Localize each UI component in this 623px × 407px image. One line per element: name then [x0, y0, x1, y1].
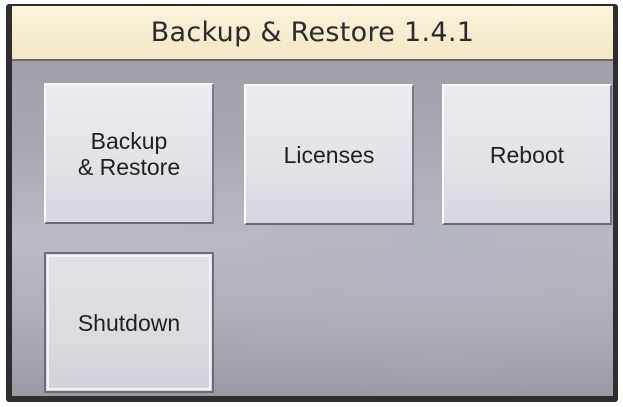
backup-restore-label: Backup & Restore [77, 127, 181, 180]
shutdown-button[interactable]: Shutdown [44, 252, 214, 393]
title-bar: Backup & Restore 1.4.1 [12, 6, 613, 61]
reboot-label: Reboot [489, 141, 565, 168]
shutdown-label: Shutdown [77, 309, 181, 336]
touch-screen: Backup & Restore 1.4.1 Backup & Restore … [12, 6, 613, 396]
licenses-button[interactable]: Licenses [244, 84, 414, 225]
backup-restore-button[interactable]: Backup & Restore [44, 83, 214, 224]
reboot-button[interactable]: Reboot [442, 84, 612, 225]
app-title: Backup & Restore 1.4.1 [150, 17, 475, 48]
licenses-label: Licenses [283, 141, 375, 168]
device-bezel: Backup & Restore 1.4.1 Backup & Restore … [6, 4, 618, 402]
